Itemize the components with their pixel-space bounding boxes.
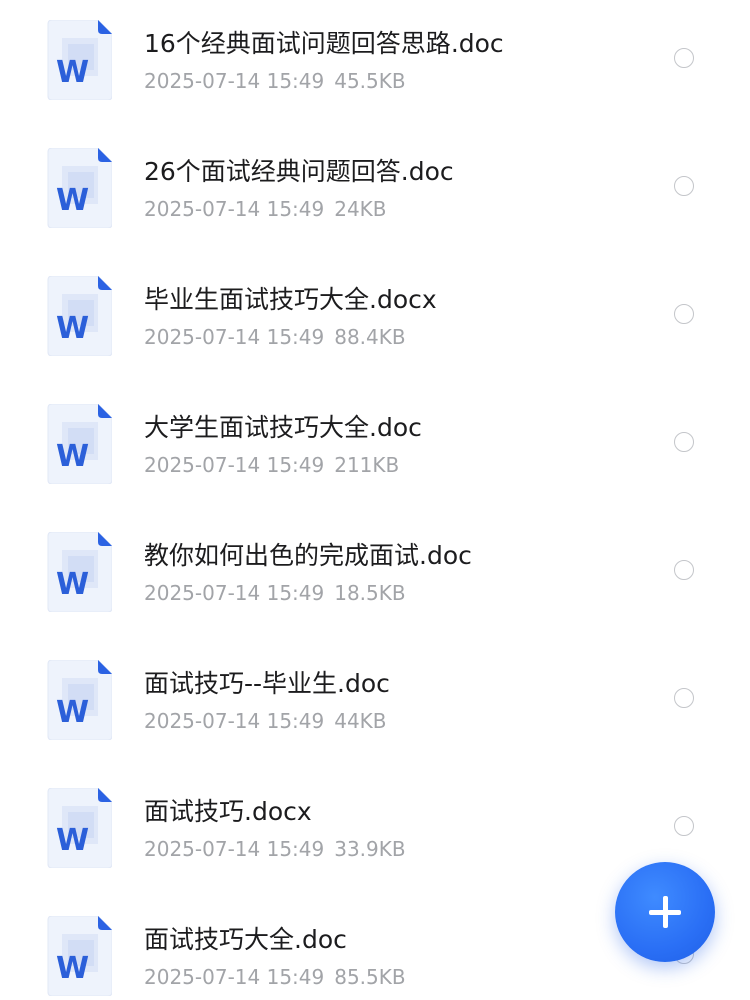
file-list: W 16个经典面试问题回答思路.doc 2025-07-14 15:49 45.5… bbox=[0, 0, 750, 1000]
file-item[interactable]: W 16个经典面试问题回答思路.doc 2025-07-14 15:49 45.5… bbox=[0, 0, 750, 128]
word-doc-icon: W bbox=[46, 148, 112, 228]
word-doc-icon: W bbox=[46, 532, 112, 612]
svg-text:W: W bbox=[56, 311, 89, 346]
file-date: 2025-07-14 15:49 bbox=[144, 453, 325, 477]
word-doc-icon: W bbox=[46, 660, 112, 740]
file-name: 大学生面试技巧大全.doc bbox=[144, 413, 422, 442]
word-doc-icon: W bbox=[46, 404, 112, 484]
select-radio[interactable] bbox=[674, 48, 694, 68]
file-meta: 2025-07-14 15:49 88.4KB bbox=[144, 324, 406, 350]
file-item[interactable]: W 毕业生面试技巧大全.docx 2025-07-14 15:49 88.4KB bbox=[0, 256, 750, 384]
file-item[interactable]: W 面试技巧--毕业生.doc 2025-07-14 15:49 44KB bbox=[0, 640, 750, 768]
svg-text:W: W bbox=[56, 951, 89, 986]
file-meta: 2025-07-14 15:49 45.5KB bbox=[144, 68, 406, 94]
file-item[interactable]: W 大学生面试技巧大全.doc 2025-07-14 15:49 211KB bbox=[0, 384, 750, 512]
select-radio[interactable] bbox=[674, 176, 694, 196]
file-size: 85.5KB bbox=[334, 965, 406, 989]
file-item[interactable]: W 教你如何出色的完成面试.doc 2025-07-14 15:49 18.5KB bbox=[0, 512, 750, 640]
file-size: 45.5KB bbox=[334, 69, 406, 93]
svg-text:W: W bbox=[56, 567, 89, 602]
file-size: 18.5KB bbox=[334, 581, 406, 605]
file-name: 面试技巧.docx bbox=[144, 797, 312, 826]
file-size: 88.4KB bbox=[334, 325, 406, 349]
file-name: 16个经典面试问题回答思路.doc bbox=[144, 29, 504, 58]
select-radio[interactable] bbox=[674, 432, 694, 452]
file-meta: 2025-07-14 15:49 44KB bbox=[144, 708, 387, 734]
file-name: 教你如何出色的完成面试.doc bbox=[144, 541, 472, 570]
svg-text:W: W bbox=[56, 695, 89, 730]
word-doc-icon: W bbox=[46, 788, 112, 868]
file-meta: 2025-07-14 15:49 33.9KB bbox=[144, 836, 406, 862]
file-meta: 2025-07-14 15:49 211KB bbox=[144, 452, 399, 478]
file-size: 211KB bbox=[334, 453, 400, 477]
select-radio[interactable] bbox=[674, 304, 694, 324]
select-radio[interactable] bbox=[674, 560, 694, 580]
file-name: 毕业生面试技巧大全.docx bbox=[144, 285, 437, 314]
file-name: 面试技巧--毕业生.doc bbox=[144, 669, 390, 698]
file-date: 2025-07-14 15:49 bbox=[144, 197, 325, 221]
word-doc-icon: W bbox=[46, 916, 112, 996]
file-size: 24KB bbox=[334, 197, 387, 221]
add-button[interactable] bbox=[615, 862, 715, 962]
svg-text:W: W bbox=[56, 55, 89, 90]
file-size: 44KB bbox=[334, 709, 387, 733]
file-date: 2025-07-14 15:49 bbox=[144, 69, 325, 93]
svg-text:W: W bbox=[56, 183, 89, 218]
file-date: 2025-07-14 15:49 bbox=[144, 837, 325, 861]
file-meta: 2025-07-14 15:49 85.5KB bbox=[144, 964, 406, 990]
plus-icon-vertical bbox=[662, 896, 668, 928]
file-date: 2025-07-14 15:49 bbox=[144, 581, 325, 605]
word-doc-icon: W bbox=[46, 276, 112, 356]
file-date: 2025-07-14 15:49 bbox=[144, 709, 325, 733]
word-doc-icon: W bbox=[46, 20, 112, 100]
file-meta: 2025-07-14 15:49 24KB bbox=[144, 196, 387, 222]
file-meta: 2025-07-14 15:49 18.5KB bbox=[144, 580, 406, 606]
select-radio[interactable] bbox=[674, 688, 694, 708]
file-name: 26个面试经典问题回答.doc bbox=[144, 157, 454, 186]
svg-text:W: W bbox=[56, 439, 89, 474]
file-size: 33.9KB bbox=[334, 837, 406, 861]
svg-text:W: W bbox=[56, 823, 89, 858]
file-name: 面试技巧大全.doc bbox=[144, 925, 347, 954]
file-date: 2025-07-14 15:49 bbox=[144, 965, 325, 989]
file-date: 2025-07-14 15:49 bbox=[144, 325, 325, 349]
select-radio[interactable] bbox=[674, 816, 694, 836]
file-item[interactable]: W 26个面试经典问题回答.doc 2025-07-14 15:49 24KB bbox=[0, 128, 750, 256]
